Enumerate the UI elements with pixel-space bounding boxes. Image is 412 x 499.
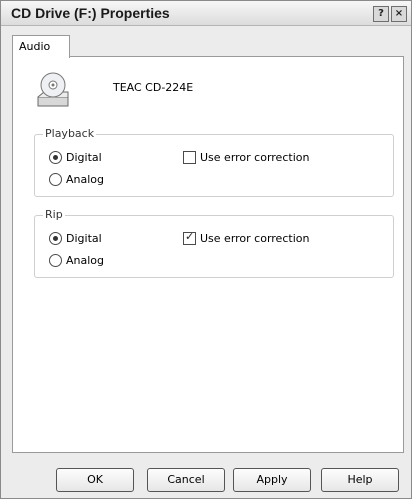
radio-indicator	[49, 254, 62, 267]
help-icon[interactable]: ?	[373, 6, 389, 22]
rip-analog-radio[interactable]: Analog	[49, 254, 104, 267]
rip-error-correction-checkbox[interactable]: Use error correction	[183, 230, 310, 245]
help-button[interactable]: Help	[321, 468, 399, 492]
radio-indicator	[49, 151, 62, 164]
rip-digital-radio[interactable]: Digital	[49, 232, 102, 245]
playback-group: Playback Digital Analog Use error correc…	[34, 127, 394, 197]
rip-group: Rip Digital Analog Use error correction	[34, 208, 394, 278]
rip-legend: Rip	[43, 208, 65, 221]
tab-audio-label: Audio	[19, 40, 51, 53]
playback-analog-label: Analog	[66, 173, 105, 186]
checkbox-indicator	[183, 151, 196, 164]
rip-analog-label: Analog	[66, 254, 105, 267]
cancel-button[interactable]: Cancel	[147, 468, 225, 492]
playback-error-correction-checkbox[interactable]: Use error correction	[183, 151, 309, 164]
tab-audio[interactable]: Audio	[12, 35, 70, 58]
rip-digital-label: Digital	[66, 232, 102, 245]
playback-error-correction-label: Use error correction	[200, 151, 310, 164]
properties-dialog: CD Drive (F:) Properties ? × Audio TEAC …	[0, 0, 412, 499]
radio-indicator	[49, 232, 62, 245]
title-bar: CD Drive (F:) Properties ? ×	[1, 1, 411, 26]
radio-indicator	[49, 173, 62, 186]
playback-analog-radio[interactable]: Analog	[49, 173, 104, 186]
close-icon[interactable]: ×	[391, 6, 407, 22]
window-title: CD Drive (F:) Properties	[11, 5, 170, 21]
apply-button[interactable]: Apply	[233, 468, 311, 492]
playback-digital-label: Digital	[66, 151, 102, 164]
ok-button[interactable]: OK	[56, 468, 134, 492]
playback-legend: Playback	[43, 127, 97, 140]
cd-drive-icon	[37, 72, 69, 107]
playback-digital-radio[interactable]: Digital	[49, 151, 102, 164]
checkbox-indicator	[183, 230, 196, 245]
rip-error-correction-label: Use error correction	[200, 232, 310, 245]
device-name: TEAC CD-224E	[113, 81, 194, 94]
